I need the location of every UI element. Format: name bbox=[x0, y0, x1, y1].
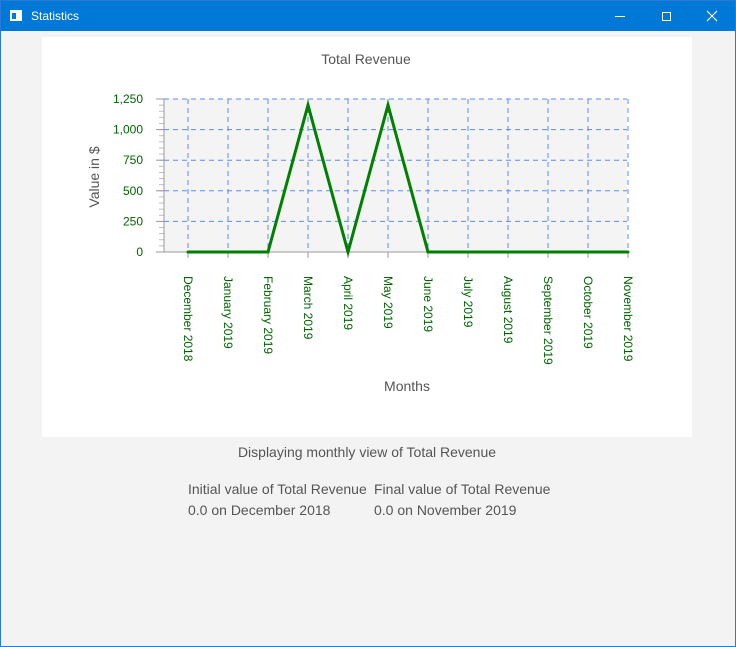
minimize-button[interactable] bbox=[597, 1, 643, 31]
data-point bbox=[186, 250, 190, 254]
x-tick-label: August 2019 bbox=[501, 276, 515, 344]
x-tick-label: July 2019 bbox=[461, 276, 475, 328]
maximize-button[interactable] bbox=[643, 1, 689, 31]
final-value-text: 0.0 on November 2019 bbox=[374, 502, 517, 518]
chart-panel: Total Revenue Value in $ Months 0 250 500 7… bbox=[42, 37, 692, 437]
x-tick-label: June 2019 bbox=[421, 276, 435, 332]
data-point bbox=[386, 103, 390, 107]
data-point bbox=[466, 250, 470, 254]
initial-value-label: Initial value of Total Revenue bbox=[188, 481, 367, 497]
x-tick-label: January 2019 bbox=[221, 276, 235, 349]
data-point bbox=[426, 250, 430, 254]
data-point bbox=[586, 250, 590, 254]
y-tick-label: 0 bbox=[136, 245, 143, 259]
close-icon bbox=[706, 10, 718, 22]
x-tick-label: March 2019 bbox=[301, 276, 315, 340]
title-bar[interactable]: Statistics bbox=[1, 1, 735, 31]
y-tick-label: 250 bbox=[123, 214, 143, 228]
x-tick-label: September 2019 bbox=[541, 276, 555, 365]
app-window-icon bbox=[10, 10, 22, 21]
x-tick-label: April 2019 bbox=[341, 276, 355, 330]
final-value-label: Final value of Total Revenue bbox=[374, 481, 551, 497]
window-title: Statistics bbox=[31, 9, 80, 23]
y-tick-label: 500 bbox=[123, 184, 143, 198]
initial-value-text: 0.0 on December 2018 bbox=[188, 502, 331, 518]
window: Statistics Total Revenue Value in $ Mont… bbox=[0, 0, 736, 647]
data-point bbox=[266, 250, 270, 254]
y-tick-label: 1,000 bbox=[113, 123, 143, 137]
x-tick-label: February 2019 bbox=[261, 276, 275, 354]
y-tick-label: 1,250 bbox=[113, 92, 143, 106]
data-point bbox=[546, 250, 550, 254]
y-axis-title: Value in $ bbox=[86, 146, 102, 207]
data-point bbox=[226, 250, 230, 254]
x-tick-label: December 2018 bbox=[181, 276, 195, 362]
x-axis-title: Months bbox=[384, 378, 430, 394]
data-point bbox=[346, 250, 350, 254]
x-tick-label: May 2019 bbox=[381, 276, 395, 329]
x-tick-label: November 2019 bbox=[621, 276, 635, 362]
view-caption: Displaying monthly view of Total Revenue bbox=[237, 444, 497, 460]
plot-area bbox=[164, 99, 627, 252]
chart-title: Total Revenue bbox=[321, 51, 411, 67]
revenue-chart: Total Revenue Value in $ Months 0 250 500 7… bbox=[86, 51, 635, 394]
data-point bbox=[626, 250, 630, 254]
minimize-icon bbox=[615, 15, 625, 17]
maximize-icon bbox=[661, 11, 671, 21]
close-button[interactable] bbox=[689, 1, 735, 31]
data-point bbox=[306, 103, 310, 107]
y-tick-label: 750 bbox=[123, 153, 143, 167]
data-point bbox=[506, 250, 510, 254]
x-tick-label: October 2019 bbox=[581, 276, 595, 349]
